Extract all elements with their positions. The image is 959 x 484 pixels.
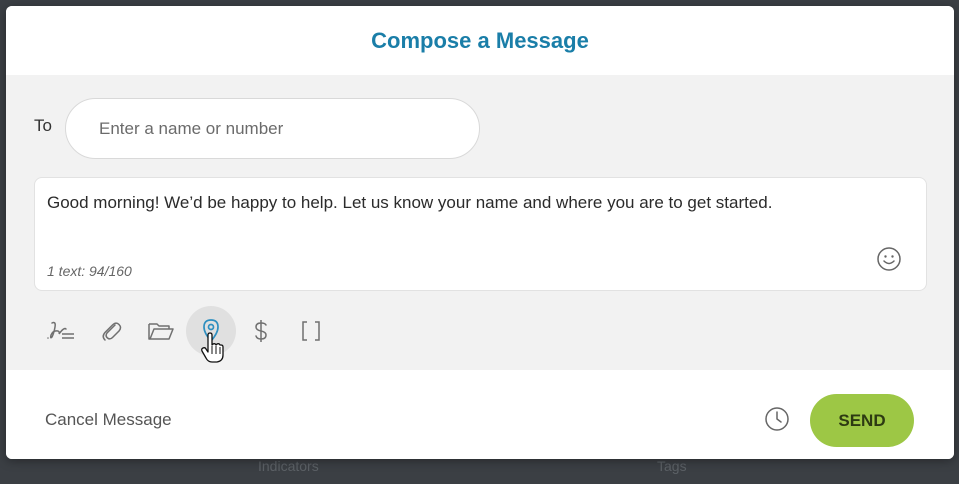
attach-button[interactable] xyxy=(86,306,136,356)
template-button[interactable] xyxy=(286,306,336,356)
location-pin-icon xyxy=(203,319,219,343)
backdrop-label-right: Tags xyxy=(657,458,687,474)
cancel-message-link[interactable]: Cancel Message xyxy=(45,410,172,430)
send-button[interactable]: SEND xyxy=(810,394,914,447)
location-button[interactable] xyxy=(186,306,236,356)
dialog-footer: Cancel Message SEND xyxy=(6,370,954,459)
compose-message-dialog: Compose a Message To Good morning! We’d … xyxy=(6,6,954,459)
message-toolbar xyxy=(36,306,336,356)
recipient-input[interactable] xyxy=(65,98,480,159)
to-label: To xyxy=(34,116,52,135)
paperclip-icon xyxy=(102,322,122,341)
dialog-header: Compose a Message xyxy=(6,6,954,75)
signature-icon xyxy=(47,321,74,339)
backdrop-label-left: Indicators xyxy=(258,458,319,474)
dollar-icon xyxy=(255,320,267,342)
message-editor[interactable]: Good morning! We’d be happy to help. Let… xyxy=(34,177,927,291)
character-count: 1 text: 94/160 xyxy=(47,263,132,279)
payment-button[interactable] xyxy=(236,306,286,356)
message-body[interactable]: Good morning! We’d be happy to help. Let… xyxy=(47,193,772,213)
signature-button[interactable] xyxy=(36,306,86,356)
folder-icon xyxy=(148,323,174,340)
dialog-title: Compose a Message xyxy=(371,27,589,53)
folder-button[interactable] xyxy=(136,306,186,356)
emoji-icon[interactable] xyxy=(876,246,902,272)
clock-icon[interactable] xyxy=(764,406,790,432)
brackets-icon xyxy=(302,321,320,341)
